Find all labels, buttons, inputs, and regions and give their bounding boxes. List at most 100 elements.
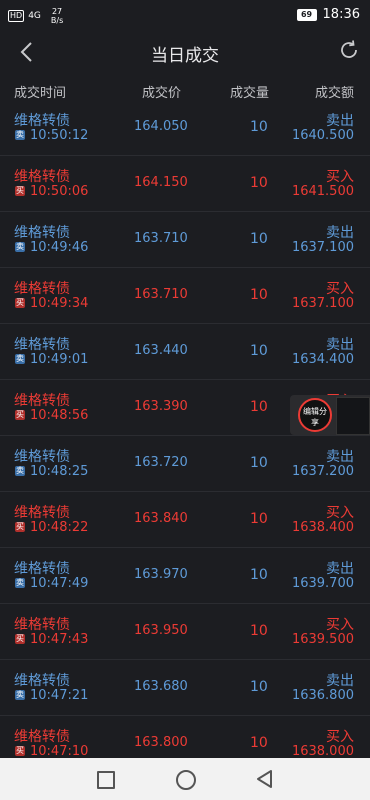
side-tag: 买 — [15, 634, 25, 644]
trade-time: 10:48:22 — [30, 520, 89, 535]
trade-time: 10:50:06 — [30, 184, 89, 199]
trade-row[interactable]: 维格转债卖 10:48:25 163.720 10 卖出 1637.200 — [0, 436, 370, 492]
side-tag: 卖 — [15, 354, 25, 364]
trade-amount: 1637.100 — [291, 240, 354, 255]
trade-name: 维格转债 — [14, 561, 70, 577]
trade-time: 10:47:49 — [30, 576, 89, 591]
trade-row[interactable]: 维格转债买 10:47:43 163.950 10 买入 1639.500 — [0, 604, 370, 660]
trade-row[interactable]: 维格转债卖 10:47:21 163.680 10 卖出 1636.800 — [0, 660, 370, 716]
trade-amount: 1637.200 — [291, 464, 354, 479]
trade-price: 163.440 — [134, 343, 188, 358]
header: 当日成交 — [0, 30, 370, 74]
trade-row[interactable]: 维格转债买 10:49:34 163.710 10 买入 1637.100 — [0, 268, 370, 324]
side-tag: 买 — [15, 522, 25, 532]
trade-price: 163.680 — [134, 679, 188, 694]
trade-row[interactable]: 维格转债买 10:50:06 164.150 10 买入 1641.500 — [0, 156, 370, 212]
side-tag: 卖 — [15, 130, 25, 140]
side-tag: 买 — [15, 186, 25, 196]
trade-list[interactable]: 维格转债卖 10:50:12 164.050 10 卖出 1640.500 维格转债买 10:… — [0, 100, 370, 772]
trade-direction: 买入 — [326, 281, 354, 297]
side-tag: 卖 — [15, 466, 25, 476]
trade-amount: 1638.000 — [291, 744, 354, 759]
side-tag: 卖 — [15, 690, 25, 700]
trade-direction: 买入 — [326, 729, 354, 745]
col-price: 成交价 — [142, 86, 182, 101]
side-tag: 买 — [15, 410, 25, 420]
trade-direction: 卖出 — [326, 113, 354, 129]
trade-name: 维格转债 — [14, 393, 70, 409]
side-tag: 买 — [15, 746, 25, 756]
trade-row[interactable]: 维格转债卖 10:49:01 163.440 10 卖出 1634.400 — [0, 324, 370, 380]
network-speed-value: 27 — [51, 7, 63, 16]
trade-time: 10:47:21 — [30, 688, 89, 703]
trade-volume: 10 — [250, 623, 268, 639]
trade-time: 10:50:12 — [30, 128, 89, 143]
trade-row[interactable]: 维格转债卖 10:50:12 164.050 10 卖出 1640.500 — [0, 100, 370, 156]
trade-name: 维格转债 — [14, 225, 70, 241]
trade-name: 维格转债 — [14, 281, 70, 297]
trade-time: 10:49:34 — [30, 296, 89, 311]
trade-price: 164.150 — [134, 175, 188, 190]
edit-share-button[interactable]: 编辑分享 — [298, 398, 332, 432]
page-title: 当日成交 — [151, 46, 219, 66]
trade-direction: 买入 — [326, 169, 354, 185]
trade-price: 163.720 — [134, 455, 188, 470]
trade-volume: 10 — [250, 343, 268, 359]
trade-name: 维格转债 — [14, 505, 70, 521]
side-tag: 买 — [15, 298, 25, 308]
trade-price: 163.840 — [134, 511, 188, 526]
network-speed: 27 B/s — [51, 7, 63, 25]
home-icon[interactable] — [176, 770, 196, 790]
trade-name: 维格转债 — [14, 449, 70, 465]
trade-amount: 1641.500 — [291, 184, 354, 199]
trade-direction: 卖出 — [326, 225, 354, 241]
clock: 18:36 — [322, 7, 360, 22]
trade-amount: 1639.500 — [291, 632, 354, 647]
side-tag: 卖 — [15, 578, 25, 588]
recents-icon[interactable] — [97, 771, 115, 789]
screenshot-thumbnail[interactable] — [336, 397, 370, 435]
trade-direction: 买入 — [326, 617, 354, 633]
trade-price: 163.970 — [134, 567, 188, 582]
trade-row[interactable]: 维格转债卖 10:49:46 163.710 10 卖出 1637.100 — [0, 212, 370, 268]
floating-share-widget[interactable]: 编辑分享 — [290, 395, 370, 435]
status-bar: HD 4G 27 B/s 69 18:36 — [0, 0, 370, 30]
trade-name: 维格转债 — [14, 673, 70, 689]
trade-row[interactable]: 维格转债买 10:48:22 163.840 10 买入 1638.400 — [0, 492, 370, 548]
trade-price: 163.710 — [134, 287, 188, 302]
trade-amount: 1640.500 — [291, 128, 354, 143]
trade-volume: 10 — [250, 119, 268, 135]
trade-time: 10:49:01 — [30, 352, 89, 367]
trade-time: 10:49:46 — [30, 240, 89, 255]
trade-name: 维格转债 — [14, 169, 70, 185]
trade-name: 维格转债 — [14, 113, 70, 129]
trade-direction: 卖出 — [326, 673, 354, 689]
trade-direction: 卖出 — [326, 561, 354, 577]
signal-icon: 4G — [28, 11, 41, 21]
trade-volume: 10 — [250, 231, 268, 247]
trade-name: 维格转债 — [14, 729, 70, 745]
system-nav-bar — [0, 758, 370, 800]
trade-time: 10:48:25 — [30, 464, 89, 479]
trade-volume: 10 — [250, 175, 268, 191]
trade-volume: 10 — [250, 287, 268, 303]
trade-price: 163.800 — [134, 735, 188, 750]
trade-direction: 买入 — [326, 505, 354, 521]
refresh-icon[interactable] — [338, 39, 360, 61]
trade-name: 维格转债 — [14, 337, 70, 353]
trade-volume: 10 — [250, 511, 268, 527]
trade-direction: 卖出 — [326, 337, 354, 353]
trade-volume: 10 — [250, 679, 268, 695]
battery-icon: 69 — [296, 8, 317, 21]
hd-indicator: HD — [8, 10, 25, 22]
trade-time: 10:48:56 — [30, 408, 89, 423]
trade-volume: 10 — [250, 399, 268, 415]
trade-volume: 10 — [250, 455, 268, 471]
trade-amount: 1634.400 — [291, 352, 354, 367]
network-speed-unit: B/s — [50, 16, 64, 25]
nav-back-icon[interactable] — [255, 769, 273, 789]
side-tag: 卖 — [15, 242, 25, 252]
trade-row[interactable]: 维格转债卖 10:47:49 163.970 10 卖出 1639.700 — [0, 548, 370, 604]
trade-amount: 1637.100 — [291, 296, 354, 311]
trade-volume: 10 — [250, 735, 268, 751]
